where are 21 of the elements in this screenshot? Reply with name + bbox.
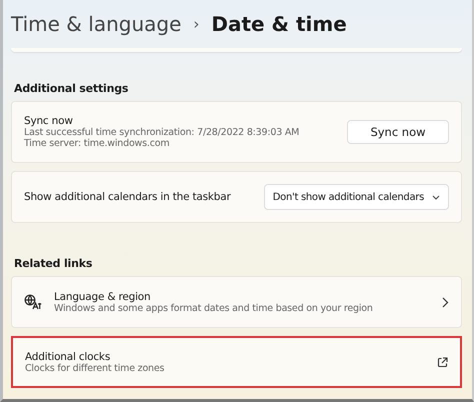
link-description: Windows and some apps format dates and time based on your region: [54, 302, 374, 314]
section-heading: Related links: [14, 257, 94, 270]
link-title: Additional clocks: [25, 350, 112, 362]
setting-title: Sync now: [24, 115, 74, 127]
setting-description: Last successful time synchronization: 7/28/2022 8:39:03 AM: [24, 127, 300, 138]
breadcrumb-separator: ›: [193, 15, 200, 33]
link-description: Clocks for different time zones: [25, 362, 166, 374]
link-card[interactable]: Language & region Windows and some apps format dates and time based on your region: [11, 276, 462, 328]
sync-now-button[interactable]: Sync now: [347, 120, 449, 144]
page-title: Date & time: [211, 12, 347, 36]
link-title: Language & region: [54, 290, 152, 302]
chevron-down-icon: [432, 194, 440, 200]
setting-label: Show additional calendars in the taskbar: [24, 191, 232, 203]
setting-description: Time server: time.windows.com: [24, 138, 170, 149]
calendar-dropdown[interactable]: Don't show additional calendars: [264, 184, 449, 210]
breadcrumb-parent[interactable]: Time & language: [11, 12, 182, 36]
chevron-icon: [442, 296, 449, 308]
language-icon: [24, 294, 42, 310]
external-link-icon: [437, 356, 448, 368]
link-card[interactable]: Additional clocks Clocks for different time zones: [11, 336, 462, 388]
section-heading: Additional settings: [14, 82, 130, 95]
